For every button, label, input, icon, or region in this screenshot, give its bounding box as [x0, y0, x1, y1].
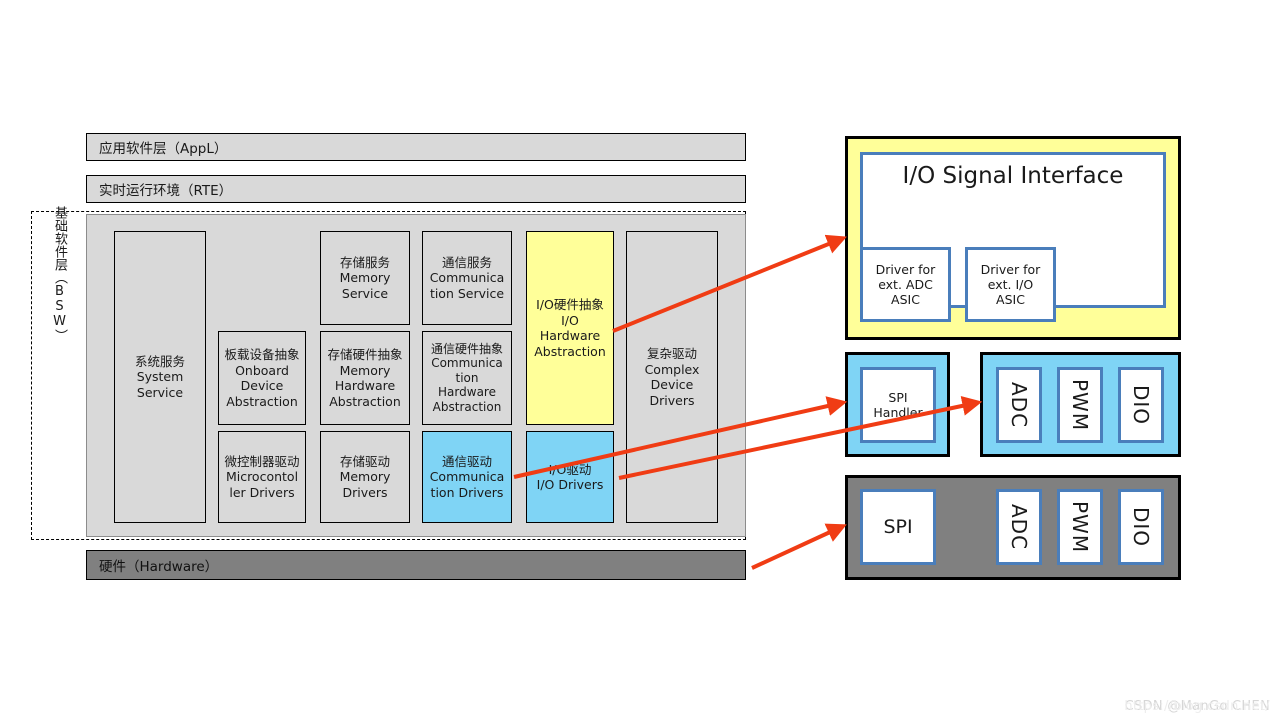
memory-service-label-en1: Memory: [339, 270, 391, 286]
io-hw-abstraction-label-en1: I/O: [561, 312, 579, 328]
hardware-layer-bar: 硬件（Hardware）: [86, 550, 746, 580]
application-layer-label: 应用软件层（AppL）: [99, 141, 228, 157]
comm-drivers-label-en2: tion Drivers: [430, 484, 504, 500]
comm-abstraction-label-en1: Communica: [431, 356, 503, 371]
arrow-hardware-to-peripherals: [751, 523, 847, 570]
micro-drivers-label-en1: Microcontol: [225, 469, 299, 485]
memory-abstraction-label-en2: Hardware: [334, 378, 396, 393]
hw-adc-box[interactable]: ADC: [996, 489, 1042, 565]
driver-ext-io-line3: ASIC: [996, 292, 1025, 307]
driver-ext-io-asic-box[interactable]: Driver for ext. I/O ASIC: [965, 247, 1056, 322]
onboard-abstraction-label-en3: Abstraction: [226, 393, 298, 409]
mcal-adc-box[interactable]: ADC: [996, 367, 1042, 443]
hw-pwm-box[interactable]: PWM: [1057, 489, 1103, 565]
communication-drivers-box[interactable]: 通信驱动 Communica tion Drivers: [422, 431, 512, 523]
io-signal-interface-label: I/O Signal Interface: [902, 163, 1124, 189]
memory-drivers-label-cn: 存储驱动: [339, 453, 390, 469]
io-drivers-label-en1: I/O Drivers: [536, 477, 604, 492]
hw-adc-label: ADC: [1007, 503, 1031, 551]
system-service-label-en: System Service: [136, 369, 184, 400]
micro-drivers-label-cn: 微控制器驱动: [224, 453, 300, 469]
io-hardware-abstraction-box[interactable]: I/O硬件抽象 I/O Hardware Abstraction: [526, 231, 614, 425]
driver-ext-adc-asic-box[interactable]: Driver for ext. ADC ASIC: [860, 247, 951, 322]
complex-device-drivers-label-cn: 复杂驱动: [646, 346, 697, 361]
hw-spi-label: SPI: [883, 516, 913, 538]
watermark-url: https://blog.csdn.net/: [1124, 699, 1270, 714]
io-hw-abstraction-label-en2: Hardware: [539, 328, 601, 343]
mcal-adc-label: ADC: [1007, 381, 1031, 429]
driver-ext-adc-line1: Driver for: [875, 262, 936, 277]
onboard-abstraction-label-cn: 板载设备抽象: [224, 347, 300, 362]
communication-service-box[interactable]: 通信服务 Communica tion Service: [422, 231, 512, 325]
hw-spi-box[interactable]: SPI: [860, 489, 936, 565]
memory-service-label-cn: 存储服务: [339, 254, 390, 270]
bsw-vertical-label: 基础软件层（BSW）: [52, 206, 67, 342]
comm-abstraction-label-cn: 通信硬件抽象: [430, 341, 503, 356]
io-hw-abstraction-label-cn: I/O硬件抽象: [536, 297, 604, 312]
memory-drivers-box[interactable]: 存储驱动 Memory Drivers: [320, 431, 410, 523]
complex-device-drivers-label-en1: Complex: [644, 361, 700, 377]
hw-dio-label: DIO: [1129, 506, 1153, 548]
rte-layer-label: 实时运行环境（RTE）: [99, 183, 233, 199]
mcal-dio-label: DIO: [1129, 384, 1153, 426]
onboard-abstraction-label-en2: Device: [240, 378, 284, 393]
mcal-pwm-box[interactable]: PWM: [1057, 367, 1103, 443]
io-drivers-label-cn: I/O驱动: [548, 461, 592, 477]
application-layer-bar: 应用软件层（AppL）: [86, 133, 746, 161]
spi-handler-box[interactable]: SPI Handler: [860, 367, 936, 443]
memory-drivers-label-en1: Memory: [339, 469, 391, 485]
memory-service-label-en2: Service: [341, 285, 389, 301]
memory-abstraction-label-en3: Abstraction: [329, 393, 401, 409]
system-service-box[interactable]: 系统服务 System Service: [114, 231, 206, 523]
onboard-device-abstraction-box[interactable]: 板载设备抽象 Onboard Device Abstraction: [218, 331, 306, 425]
communication-service-label-en1: Communica: [429, 270, 505, 286]
communication-hardware-abstraction-box[interactable]: 通信硬件抽象 Communica tion Hardware Abstracti…: [422, 331, 512, 425]
driver-ext-adc-line2: ext. ADC: [878, 277, 933, 292]
mcal-pwm-label: PWM: [1068, 378, 1092, 432]
microcontroller-drivers-box[interactable]: 微控制器驱动 Microcontol ler Drivers: [218, 431, 306, 523]
onboard-abstraction-label-en1: Onboard: [235, 362, 289, 378]
comm-abstraction-label-en3: Hardware: [438, 385, 496, 400]
driver-ext-adc-line3: ASIC: [891, 292, 920, 307]
comm-abstraction-label-en4: Abstraction: [432, 399, 502, 414]
comm-drivers-label-en1: Communica: [429, 469, 505, 485]
driver-ext-io-line1: Driver for: [980, 262, 1041, 277]
spi-handler-line1: SPI: [888, 390, 908, 405]
io-drivers-box[interactable]: I/O驱动 I/O Drivers: [526, 431, 614, 523]
communication-service-label-en2: tion Service: [429, 285, 505, 301]
comm-abstraction-label-en2: tion: [455, 370, 479, 385]
communication-service-label-cn: 通信服务: [441, 254, 492, 270]
io-hw-abstraction-label-en3: Abstraction: [534, 343, 606, 359]
mcal-dio-box[interactable]: DIO: [1118, 367, 1164, 443]
hw-dio-box[interactable]: DIO: [1118, 489, 1164, 565]
complex-device-drivers-box[interactable]: 复杂驱动 Complex Device Drivers: [626, 231, 718, 523]
memory-hardware-abstraction-box[interactable]: 存储硬件抽象 Memory Hardware Abstraction: [320, 331, 410, 425]
driver-ext-io-line2: ext. I/O: [987, 277, 1034, 292]
hw-pwm-label: PWM: [1068, 500, 1092, 554]
complex-device-drivers-label-en3: Drivers: [649, 392, 695, 408]
spi-handler-line2: Handler: [873, 405, 923, 420]
memory-abstraction-label-en1: Memory: [339, 362, 391, 378]
rte-layer-bar: 实时运行环境（RTE）: [86, 175, 746, 203]
comm-drivers-label-cn: 通信驱动: [441, 453, 492, 469]
micro-drivers-label-en2: ler Drivers: [229, 484, 295, 500]
hardware-layer-label: 硬件（Hardware）: [99, 559, 219, 575]
memory-drivers-label-en2: Drivers: [342, 484, 388, 500]
complex-device-drivers-label-en2: Device: [650, 377, 694, 392]
watermark: https://blog.csdn.net/ CSDN @ManGo CHEN: [1124, 699, 1270, 714]
system-service-label-cn: 系统服务: [134, 353, 185, 369]
memory-service-box[interactable]: 存储服务 Memory Service: [320, 231, 410, 325]
memory-abstraction-label-cn: 存储硬件抽象: [327, 347, 403, 362]
